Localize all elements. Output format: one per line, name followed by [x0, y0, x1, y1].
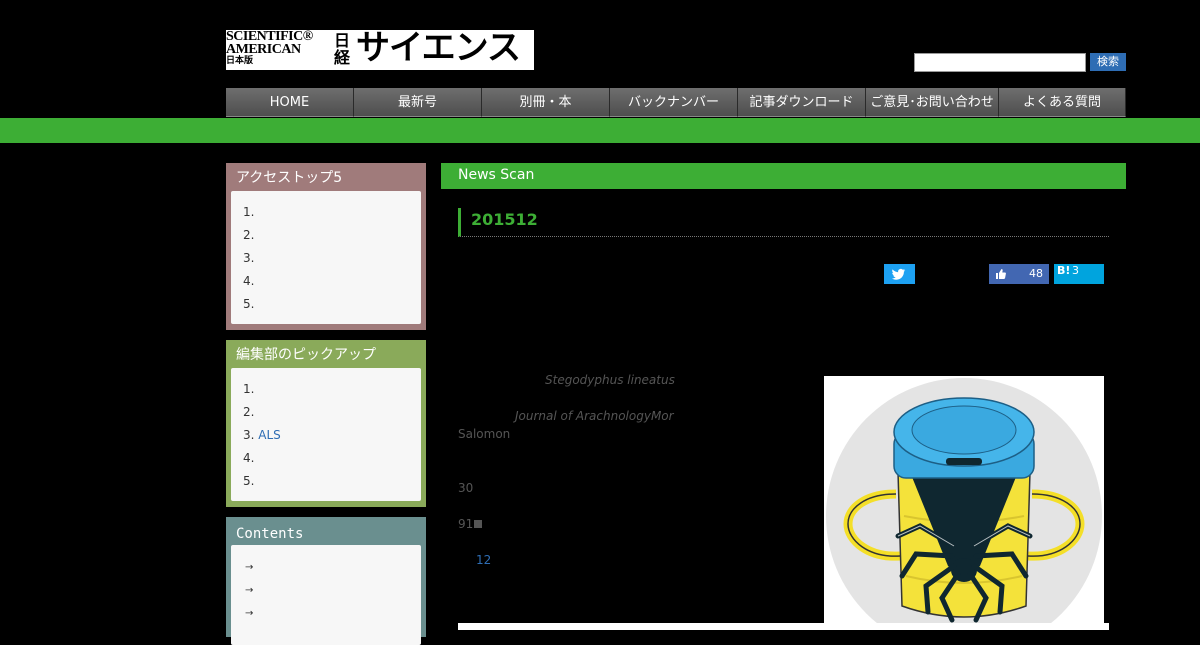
list-item[interactable]: 1. [231, 378, 421, 401]
contents-list: → → → [231, 545, 421, 645]
hatena-bookmark-button[interactable]: B! 3 [1054, 264, 1104, 284]
list-item[interactable]: 4. [231, 270, 421, 293]
list-item[interactable]: 1. [231, 201, 421, 224]
nav-books[interactable]: 別冊・本 [482, 88, 610, 117]
nav-back-numbers[interactable]: バックナンバー [610, 88, 738, 117]
main-nav: HOME 最新号 別冊・本 バックナンバー 記事ダウンロード ご意見･お問い合わ… [226, 88, 1126, 118]
contents-title: Contents [236, 526, 304, 542]
access-top5-box: アクセストップ5 1. 2. 3. 4. 5. [226, 163, 426, 330]
scientific-american-wordmark: SCIENTIFIC® AMERICAN 日本版 [226, 29, 313, 67]
body-number: 91 [458, 517, 483, 531]
search-button[interactable]: 検索 [1090, 53, 1126, 71]
green-banner [0, 118, 1200, 143]
facebook-like-button[interactable]: 48 [989, 264, 1049, 284]
species-name: Stegodyphus lineatus [545, 373, 675, 387]
facebook-count: 48 [1029, 267, 1043, 280]
body-number: 30 [458, 481, 474, 495]
journal-citation: Journal of ArachnologyMor [515, 409, 674, 423]
author-name: Salomon [458, 427, 511, 441]
article-title: 201512 [458, 208, 1109, 237]
site-logo[interactable]: SCIENTIFIC® AMERICAN 日本版 日経 サイエンス [226, 28, 534, 70]
access-top5-title: アクセストップ5 [236, 170, 343, 186]
thumbs-up-icon [996, 269, 1006, 279]
editors-pick-box: 編集部のピックアップ 1. 2. 3. ALS 4. 5. [226, 340, 426, 507]
content-divider [458, 623, 1109, 630]
nav-contact[interactable]: ご意見･お問い合わせ [866, 88, 999, 117]
list-item[interactable]: 2. [231, 401, 421, 424]
list-item[interactable]: 5. [231, 470, 421, 493]
list-item[interactable]: → [231, 555, 421, 578]
twitter-share-button[interactable] [884, 264, 915, 284]
nav-article-download[interactable]: 記事ダウンロード [738, 88, 866, 117]
twitter-icon [892, 268, 906, 280]
nikkei-label: 日経 [334, 31, 351, 67]
list-item[interactable]: 2. [231, 224, 421, 247]
section-header: News Scan [441, 163, 1126, 189]
list-item[interactable]: → [231, 601, 421, 624]
access-top5-list: 1. 2. 3. 4. 5. [231, 191, 421, 324]
body-link[interactable]: 12 [476, 553, 491, 567]
hatena-label: B! [1057, 264, 1071, 277]
editors-pick-list: 1. 2. 3. ALS 4. 5. [231, 368, 421, 501]
list-item[interactable]: 3. ALS [231, 424, 421, 447]
science-wordmark: サイエンス [356, 28, 521, 68]
arrow-icon: → [245, 562, 254, 573]
list-item[interactable]: 5. [231, 293, 421, 316]
list-item[interactable]: 3. [231, 247, 421, 270]
search-input[interactable] [914, 53, 1086, 72]
list-item[interactable]: → [231, 578, 421, 601]
spider-cup-illustration [824, 376, 1104, 630]
hatena-count: 3 [1072, 264, 1079, 277]
article-title-text: 201512 [471, 210, 538, 229]
als-link[interactable]: ALS [258, 428, 281, 442]
arrow-icon: → [245, 608, 254, 619]
editors-pick-title: 編集部のピックアップ [236, 347, 376, 363]
contents-box: Contents → → → [226, 517, 426, 645]
nav-faq[interactable]: よくある質問 [999, 88, 1126, 117]
nav-latest-issue[interactable]: 最新号 [354, 88, 482, 117]
arrow-icon: → [245, 585, 254, 596]
nav-home[interactable]: HOME [226, 88, 354, 117]
list-item[interactable]: 4. [231, 447, 421, 470]
